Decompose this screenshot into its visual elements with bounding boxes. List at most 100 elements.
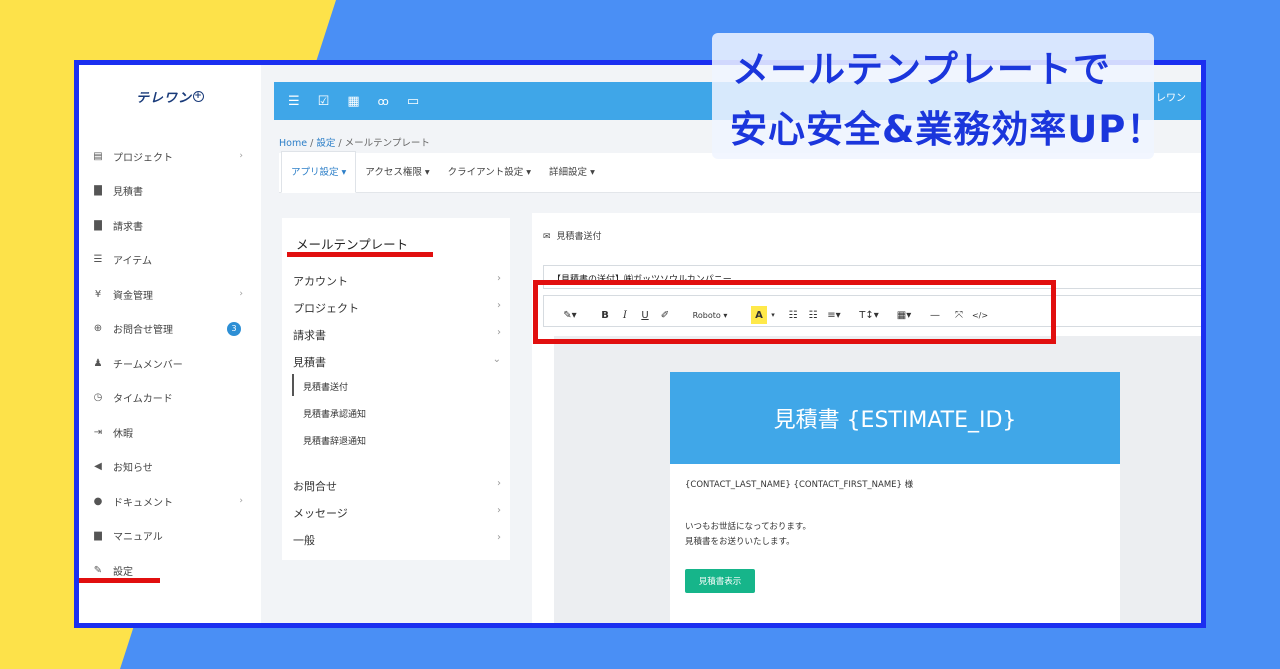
app-logo[interactable]: テレワン + xyxy=(79,65,261,127)
settings-tabs: アプリ設定 ▾ アクセス権限 ▾ クライアント設定 ▾ 詳細設定 ▾ xyxy=(279,151,1201,193)
breadcrumb-separator: / xyxy=(310,138,314,149)
sidebar-item-icon: ▆ xyxy=(94,530,102,542)
envelope-icon: ✉ xyxy=(543,232,551,242)
sidebar-item-label: タイムカード xyxy=(113,394,173,406)
tab-access-rights[interactable]: アクセス権限 ▾ xyxy=(356,164,438,192)
sidebar-item-label: プロジェクト xyxy=(113,152,173,164)
sidebar-item-label: ドキュメント xyxy=(113,497,173,509)
editor-heading-text: 見積書送付 xyxy=(556,232,602,242)
sidebar-item-label: お問合せ管理 xyxy=(113,325,173,337)
logo-text: テレワン xyxy=(135,90,192,106)
category-label: 請求書 xyxy=(293,329,326,342)
category-label: メッセージ xyxy=(293,507,348,520)
title-highlight-underline xyxy=(287,252,433,257)
category-label: 一般 xyxy=(293,534,315,547)
view-estimate-button[interactable]: 見積書表示 xyxy=(685,569,755,593)
toolbar-highlight-box xyxy=(533,280,1056,344)
category-general[interactable]: 一般 › xyxy=(293,532,501,550)
breadcrumb-home[interactable]: Home xyxy=(279,138,307,149)
checkbox-icon[interactable]: ☑ xyxy=(318,94,330,109)
chevron-right-icon: › xyxy=(497,300,501,311)
breadcrumb: Home / 設定 / メールテンプレート xyxy=(279,135,430,149)
sidebar-item-label: 休暇 xyxy=(113,428,133,440)
template-editor-panel: ✉ 見積書送付 【見積書の送付】㈱ガッツソウルカンパニー 見積書 {ESTIMAT… xyxy=(532,213,1201,623)
calendar-icon[interactable]: ▦ xyxy=(347,94,359,109)
sidebar-item[interactable]: ◀ お知らせ xyxy=(79,450,261,485)
chevron-down-icon: ⌄ xyxy=(492,354,501,365)
active-subitem-indicator xyxy=(292,374,294,396)
notification-badge: 3 xyxy=(227,321,241,336)
panel-title: メールテンプレート xyxy=(296,237,409,252)
sidebar-item[interactable]: ▆ マニュアル xyxy=(79,519,261,554)
category-invoice[interactable]: 請求書 › xyxy=(293,327,501,345)
menu-icon[interactable]: ☰ xyxy=(288,94,300,109)
monitor-icon[interactable]: ▭ xyxy=(407,94,419,109)
sidebar-item-icon: ☰ xyxy=(93,254,103,266)
sidebar-item-icon: ♟ xyxy=(93,357,103,369)
chevron-right-icon: › xyxy=(497,273,501,284)
chevron-right-icon: › xyxy=(497,327,501,338)
tab-client-settings[interactable]: クライアント設定 ▾ xyxy=(439,164,540,192)
email-header: 見積書 {ESTIMATE_ID} xyxy=(670,372,1120,464)
chevron-right-icon: › xyxy=(239,289,243,300)
category-label: プロジェクト xyxy=(293,302,359,315)
sidebar-item-icon: ● xyxy=(93,495,103,507)
sidebar-item-label: 見積書 xyxy=(113,187,143,199)
breadcrumb-settings[interactable]: 設定 xyxy=(316,138,335,149)
email-body-editor[interactable]: 見積書 {ESTIMATE_ID} {CONTACT_LAST_NAME} {C… xyxy=(554,336,1201,623)
sidebar-nav: ▤ プロジェクト › ▇ 見積書 ▇ 請求書 ☰ アイテム ¥ 資金管理 › ⊕ お問合せ管理 3 ♟ チームメ… xyxy=(79,139,261,588)
category-project[interactable]: プロジェクト › xyxy=(293,300,501,318)
breadcrumb-separator: / xyxy=(338,138,342,149)
sidebar-item-icon: ▤ xyxy=(93,150,103,162)
sidebar-item[interactable]: ♟ チームメンバー xyxy=(79,346,261,381)
chevron-right-icon: › xyxy=(239,496,243,507)
editor-heading: ✉ 見積書送付 xyxy=(543,229,602,242)
category-account[interactable]: アカウント › xyxy=(293,273,501,291)
caption-line-2: 安心安全&業務効率UP！ xyxy=(730,108,1165,151)
sidebar-item-icon: ◷ xyxy=(93,392,103,404)
sidebar-item[interactable]: ▇ 見積書 xyxy=(79,174,261,209)
subitem-estimate-approved[interactable]: 見積書承認通知 xyxy=(303,407,366,420)
sidebar-item-icon: ⇥ xyxy=(93,426,103,438)
users-icon[interactable]: ꝏ xyxy=(378,95,389,108)
sidebar-item[interactable]: ¥ 資金管理 › xyxy=(79,277,261,312)
category-label: 見積書 xyxy=(293,356,326,369)
sidebar-item-label: アイテム xyxy=(113,256,152,268)
sidebar-item[interactable]: ⊕ お問合せ管理 3 xyxy=(79,312,261,347)
subitem-estimate-send[interactable]: 見積書送付 xyxy=(303,380,348,393)
breadcrumb-current: メールテンプレート xyxy=(344,138,430,149)
caption-overlay: メールテンプレートで 安心安全&業務効率UP！ xyxy=(712,33,1163,159)
sidebar-item[interactable]: ▤ プロジェクト › xyxy=(79,139,261,174)
category-inquiry[interactable]: お問合せ › xyxy=(293,478,501,496)
sidebar-item-label: 設定 xyxy=(113,566,133,578)
sidebar-item[interactable]: ☰ アイテム xyxy=(79,243,261,278)
sidebar-item-icon: ¥ xyxy=(94,288,102,300)
category-message[interactable]: メッセージ › xyxy=(293,505,501,523)
sidebar-item-icon: ⊕ xyxy=(93,323,103,335)
sidebar-item[interactable]: ⇥ 休暇 xyxy=(79,415,261,450)
tab-advanced-settings[interactable]: 詳細設定 ▾ xyxy=(540,164,604,192)
user-name-fragment[interactable]: レワン xyxy=(1156,89,1186,104)
category-label: お問合せ xyxy=(293,480,337,493)
sidebar-item-icon: ▇ xyxy=(94,219,102,231)
sidebar-item-icon: ▇ xyxy=(94,185,102,197)
chevron-right-icon: › xyxy=(497,478,501,489)
chevron-right-icon: › xyxy=(239,151,243,162)
logo-plus-icon: + xyxy=(193,90,204,102)
subitem-estimate-declined[interactable]: 見積書辞退通知 xyxy=(303,434,366,447)
category-label: アカウント xyxy=(293,275,348,288)
chevron-right-icon: › xyxy=(497,505,501,516)
template-category-panel: メールテンプレート アカウント › プロジェクト › 請求書 › 見積書 ⌄ 見積書送付… xyxy=(282,218,510,560)
sidebar-item[interactable]: ● ドキュメント › xyxy=(79,484,261,519)
tab-app-settings[interactable]: アプリ設定 ▾ xyxy=(281,151,357,193)
sidebar-item-label: 請求書 xyxy=(113,221,143,233)
sidebar-item-icon: ✎ xyxy=(93,564,103,576)
sidebar: テレワン + ▤ プロジェクト › ▇ 見積書 ▇ 請求書 ☰ アイテム ¥ 資金管理 › ⊕ お問合せ管理… xyxy=(79,65,261,623)
email-body-line-2: 見積書をお送りいたします。 xyxy=(685,537,795,547)
chevron-right-icon: › xyxy=(497,532,501,543)
sidebar-item-label: 資金管理 xyxy=(113,290,153,302)
email-salutation: {CONTACT_LAST_NAME} {CONTACT_FIRST_NAME}… xyxy=(685,480,914,490)
sidebar-item[interactable]: ◷ タイムカード xyxy=(79,381,261,416)
category-estimate[interactable]: 見積書 ⌄ xyxy=(293,354,501,372)
sidebar-item[interactable]: ▇ 請求書 xyxy=(79,208,261,243)
